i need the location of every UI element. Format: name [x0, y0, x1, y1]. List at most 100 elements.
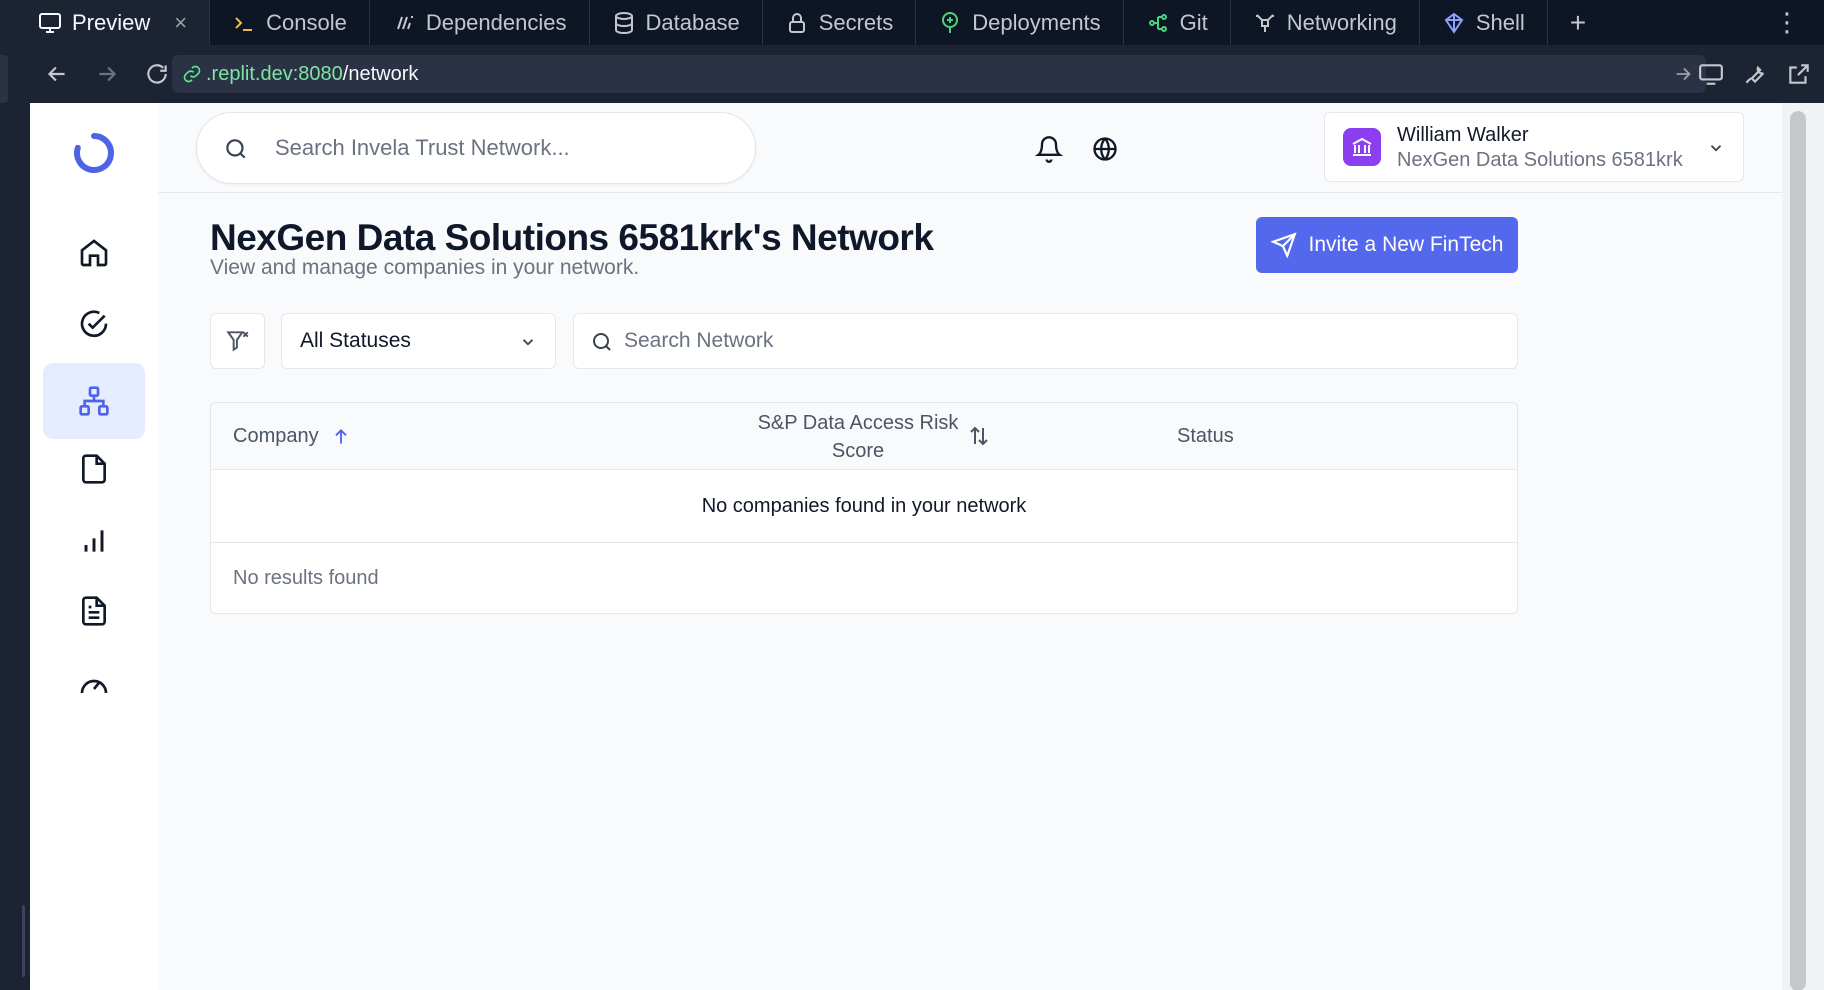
open-external-icon[interactable] [1786, 61, 1812, 87]
viewport-scrollbar[interactable] [1782, 103, 1824, 990]
status-select-value: All Statuses [300, 329, 411, 352]
new-tab-button[interactable]: + [1548, 7, 1608, 39]
terminal-icon [235, 16, 253, 31]
tab-console[interactable]: Console [210, 0, 370, 45]
network-icon [79, 386, 109, 416]
tab-label: Console [266, 9, 347, 35]
sort-ascending-icon [334, 428, 347, 444]
back-arrow-icon[interactable] [44, 61, 70, 87]
tab-git[interactable]: Git [1124, 0, 1231, 45]
tab-dependencies[interactable]: Dependencies [370, 0, 590, 45]
devtools-wrench-icon[interactable] [1742, 61, 1768, 87]
invela-logo[interactable] [72, 131, 116, 175]
network-search [573, 313, 1518, 369]
clear-filters-button[interactable] [210, 313, 265, 369]
tab-label: Shell [1475, 9, 1525, 35]
sort-toggle-icon[interactable] [967, 424, 991, 448]
reload-icon[interactable] [144, 61, 170, 87]
panel-handle[interactable] [0, 55, 8, 103]
bell-icon[interactable] [1035, 135, 1063, 163]
shell-icon [1444, 12, 1464, 34]
no-results-text: No results found [233, 567, 379, 589]
check-circle-icon [80, 310, 108, 338]
search-icon [226, 139, 246, 159]
more-menu-icon[interactable]: ⋮ [1750, 7, 1824, 38]
bar-chart-icon [84, 530, 104, 552]
tab-label: Deployments [972, 9, 1101, 35]
dependencies-icon [396, 15, 413, 29]
tab-deployments[interactable]: Deployments [916, 0, 1124, 45]
tab-secrets[interactable]: Secrets [763, 0, 917, 45]
status-select[interactable]: All Statuses [281, 313, 556, 369]
send-icon [1270, 232, 1297, 258]
tab-database[interactable]: Database [590, 0, 763, 45]
sidebar-item-file-vault[interactable] [43, 431, 145, 507]
org-badge [1343, 128, 1381, 166]
app-sidebar [30, 103, 158, 990]
column-risk-score[interactable]: S&P Data Access Risk Score [751, 409, 965, 465]
sidebar-item-home[interactable] [43, 215, 145, 291]
table-header: Company S&P Data Access Risk Score Statu… [211, 403, 1517, 470]
forward-arrow-icon[interactable] [94, 61, 120, 87]
home-icon [80, 239, 108, 267]
tab-shell[interactable]: Shell [1420, 0, 1548, 45]
ide-left-strip [0, 45, 30, 990]
close-tab-icon[interactable]: × [174, 10, 187, 36]
invite-label: Invite a New FinTech [1308, 233, 1504, 256]
lock-icon [788, 12, 805, 33]
user-name: William Walker [1397, 124, 1529, 146]
url-host: .replit.dev:8080 [206, 62, 343, 85]
url-path: /network [342, 62, 419, 85]
tab-label: Dependencies [425, 9, 567, 35]
ide-tab-bar: Preview × Console Dependencies Database … [0, 0, 1824, 45]
filter-x-icon [225, 331, 248, 352]
go-arrow-icon[interactable] [1672, 63, 1694, 85]
invite-fintech-button[interactable]: Invite a New FinTech [1256, 217, 1518, 273]
scrollbar-thumb[interactable] [1790, 111, 1806, 990]
preview-address-row: .replit.dev:8080/network [30, 45, 1824, 103]
column-status[interactable]: Status [1177, 425, 1234, 448]
bank-icon [1352, 137, 1372, 156]
document-text-icon [82, 596, 106, 626]
deployments-icon [942, 11, 959, 33]
search-icon [593, 333, 611, 351]
tab-label: Networking [1286, 9, 1397, 35]
preview-tools [1698, 61, 1812, 87]
sidebar-item-network[interactable] [43, 363, 145, 439]
sidebar-item-risk-score[interactable] [43, 647, 145, 723]
sidebar-item-documents[interactable] [43, 573, 145, 649]
git-icon [1148, 13, 1167, 32]
url-bar[interactable]: .replit.dev:8080/network [172, 55, 1706, 93]
column-company[interactable]: Company [233, 425, 351, 448]
chevron-down-icon [1710, 145, 1722, 152]
link-icon [183, 65, 201, 83]
tab-preview[interactable]: Preview × [0, 0, 211, 45]
network-search-input[interactable] [574, 314, 1517, 368]
monitor-icon [39, 12, 61, 33]
global-search [196, 112, 756, 184]
sidebar-item-insights[interactable] [43, 503, 145, 579]
user-menu[interactable]: William Walker NexGen Data Solutions 658… [1324, 112, 1744, 182]
globe-icon[interactable] [1091, 135, 1119, 163]
tab-label: Secrets [818, 9, 894, 35]
tab-label: Preview [72, 9, 151, 35]
database-icon [614, 11, 633, 34]
gauge-icon [80, 679, 108, 694]
resize-handle[interactable] [22, 905, 25, 977]
tab-label: Git [1179, 9, 1208, 35]
page-title: NexGen Data Solutions 6581krk's Network [210, 217, 934, 258]
page-subtitle: View and manage companies in your networ… [210, 256, 640, 279]
user-org: NexGen Data Solutions 6581krk [1397, 149, 1683, 171]
device-preview-icon[interactable] [1698, 61, 1724, 87]
app-header: William Walker NexGen Data Solutions 658… [158, 103, 1782, 193]
tab-networking[interactable]: Networking [1231, 0, 1420, 45]
column-company-label: Company [233, 425, 319, 447]
tab-label: Database [645, 9, 740, 35]
file-icon [82, 454, 106, 484]
networking-icon [1255, 13, 1274, 32]
app-viewport: William Walker NexGen Data Solutions 658… [30, 103, 1782, 990]
sidebar-item-tasks[interactable] [43, 287, 145, 363]
chevron-down-icon [522, 339, 534, 346]
global-search-input[interactable] [197, 113, 755, 183]
empty-state-row: No companies found in your network [211, 470, 1517, 543]
